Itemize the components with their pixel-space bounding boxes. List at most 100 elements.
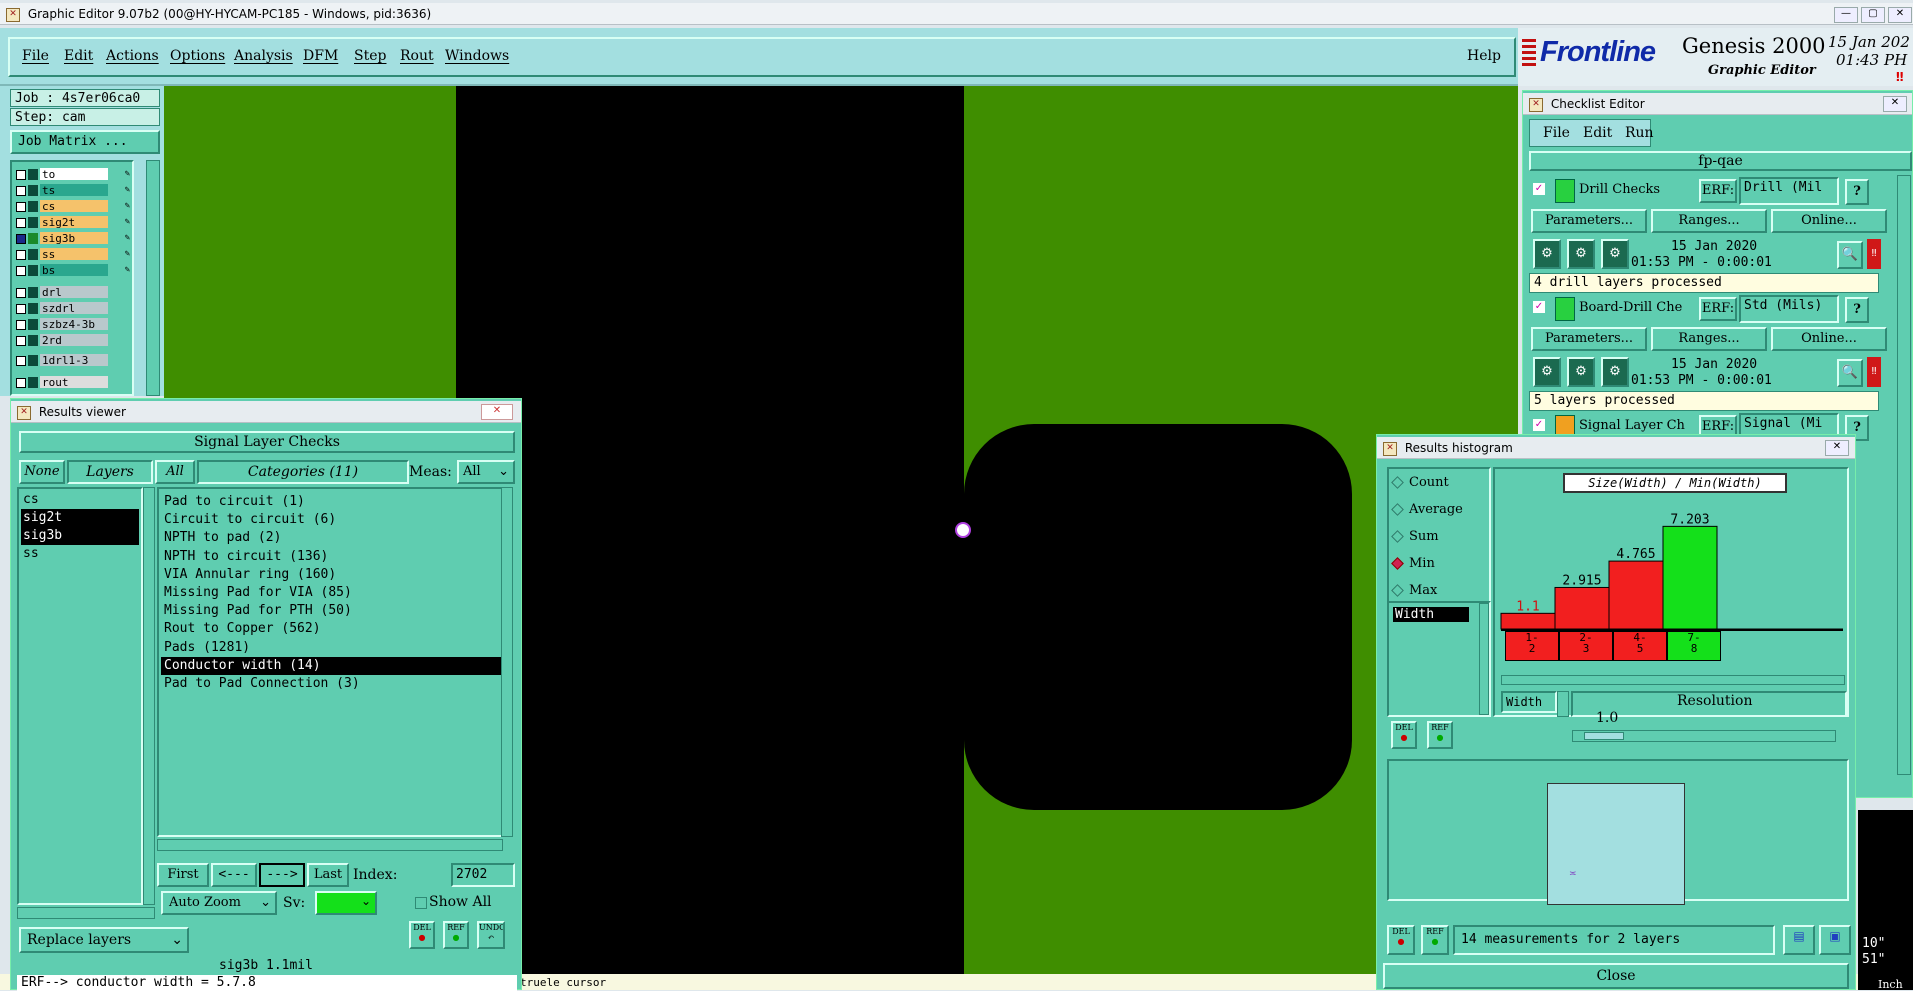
histogram-close-button[interactable]: Close xyxy=(1383,963,1849,989)
result-layer-item[interactable]: cs xyxy=(21,491,139,509)
width-field[interactable]: Width xyxy=(1501,691,1557,713)
layer-row[interactable]: 2rd xyxy=(12,334,132,347)
mode-count[interactable]: Count xyxy=(1391,475,1449,490)
ranges-button[interactable]: Ranges... xyxy=(1651,327,1767,351)
help-menu[interactable]: Help xyxy=(1467,48,1501,64)
minimize-button[interactable]: — xyxy=(1834,7,1858,23)
menu-step[interactable]: Step xyxy=(354,48,386,64)
category-tick-label[interactable]: 4- 5 xyxy=(1613,631,1667,661)
hist-del-button[interactable]: DEL ● xyxy=(1391,721,1417,749)
category-item[interactable]: Missing Pad for PTH (50) xyxy=(161,602,503,620)
category-item[interactable]: Conductor width (14) xyxy=(161,656,503,675)
sv-color-dropdown[interactable]: ⌄ xyxy=(315,891,377,915)
del-button[interactable]: DEL ● xyxy=(409,921,435,949)
histogram-bar[interactable] xyxy=(1662,525,1718,630)
online-button[interactable]: Online... xyxy=(1771,209,1887,233)
erf-button[interactable]: ERF: xyxy=(1699,297,1737,321)
layer-checkbox[interactable] xyxy=(16,378,26,388)
check-help-button[interactable]: ? xyxy=(1845,179,1869,205)
checklist-menu-run[interactable]: Run xyxy=(1625,125,1654,141)
checklist-menu-edit[interactable]: Edit xyxy=(1583,125,1612,141)
erf-button[interactable]: ERF: xyxy=(1699,179,1737,203)
result-layer-item[interactable]: sig2t xyxy=(21,509,139,527)
layer-list-scrollbar[interactable] xyxy=(146,160,160,396)
chart-hscroll[interactable] xyxy=(1501,675,1845,685)
layer-row[interactable]: rout xyxy=(12,376,132,389)
mode-max[interactable]: Max xyxy=(1391,583,1437,598)
check-enabled-icon[interactable]: ✓ xyxy=(1533,419,1545,431)
layers-none-button[interactable]: None xyxy=(19,460,65,484)
undo-button[interactable]: UNDO ↶ xyxy=(477,921,505,949)
hist-bottom-del-button[interactable]: DEL ● xyxy=(1387,925,1415,955)
maximize-button[interactable]: ▢ xyxy=(1861,7,1885,23)
layer-checkbox[interactable] xyxy=(16,250,26,260)
menu-rout[interactable]: Rout xyxy=(400,48,434,64)
checklist-menu-file[interactable]: File xyxy=(1543,125,1570,141)
layer-name[interactable]: sig3b xyxy=(40,232,108,245)
last-button[interactable]: Last xyxy=(307,863,349,887)
layer-checkbox[interactable] xyxy=(16,336,26,346)
categories-label[interactable]: Categories (11) xyxy=(197,460,409,484)
field-list-item[interactable]: Width xyxy=(1393,607,1469,622)
next-button[interactable]: ---> xyxy=(259,863,305,887)
history-icon[interactable]: ⚙ xyxy=(1601,239,1629,269)
job-matrix-button[interactable]: Job Matrix ... xyxy=(10,130,160,154)
category-item[interactable]: Missing Pad for VIA (85) xyxy=(161,584,503,602)
layer-checkbox[interactable] xyxy=(16,186,26,196)
check-name[interactable]: Signal Layer Ch xyxy=(1579,418,1699,433)
checklist-close-button[interactable]: ✕ xyxy=(1883,96,1907,112)
resolution-slider-thumb[interactable] xyxy=(1584,732,1624,740)
category-item[interactable]: Circuit to circuit (6) xyxy=(161,511,503,529)
results-viewer-close-button[interactable]: ✕ xyxy=(481,404,513,420)
width-scroll[interactable] xyxy=(1557,691,1569,717)
layer-list-vscroll[interactable] xyxy=(143,487,155,905)
layer-checkbox[interactable] xyxy=(16,170,26,180)
check-enabled-icon[interactable]: ✓ xyxy=(1533,301,1545,313)
layer-row[interactable]: szdrl xyxy=(12,302,132,315)
layer-name[interactable]: 1drl1-3 xyxy=(40,354,108,367)
menu-edit[interactable]: Edit xyxy=(64,48,93,64)
online-button[interactable]: Online... xyxy=(1771,327,1887,351)
meas-dropdown[interactable]: All ⌄ xyxy=(457,460,515,484)
layer-row[interactable]: bs ✎ xyxy=(12,264,132,277)
close-window-button[interactable]: ✕ xyxy=(1888,7,1912,23)
layer-name[interactable]: szbz4-3b xyxy=(40,318,108,331)
layer-checkbox[interactable] xyxy=(16,234,26,244)
category-vscroll[interactable] xyxy=(501,487,513,837)
histogram-close-x-button[interactable]: ✕ xyxy=(1825,440,1849,456)
layer-checkbox[interactable] xyxy=(16,202,26,212)
zoom-icon[interactable]: 🔍 xyxy=(1837,359,1863,387)
run-icon[interactable]: ⚙ xyxy=(1533,357,1561,387)
check-name[interactable]: Drill Checks xyxy=(1579,182,1699,197)
ranges-button[interactable]: Ranges... xyxy=(1651,209,1767,233)
mode-average[interactable]: Average xyxy=(1391,502,1463,517)
step-icon[interactable]: ⚙ xyxy=(1567,357,1595,387)
zoom-icon[interactable]: 🔍 xyxy=(1837,241,1863,269)
category-tick-label[interactable]: 1- 2 xyxy=(1505,631,1559,661)
layer-list-hscroll[interactable] xyxy=(17,907,155,919)
category-item[interactable]: NPTH to pad (2) xyxy=(161,529,503,547)
layer-name[interactable]: 2rd xyxy=(40,334,108,347)
category-item[interactable]: Pads (1281) xyxy=(161,639,503,657)
layers-all-button[interactable]: All xyxy=(155,460,195,484)
layers-label-button[interactable]: Layers xyxy=(67,460,153,484)
category-tick-label[interactable]: 2- 3 xyxy=(1559,631,1613,661)
layer-name[interactable]: ts xyxy=(40,184,108,197)
layer-row[interactable]: sig2t ✎ xyxy=(12,216,132,229)
check-enabled-icon[interactable]: ✓ xyxy=(1533,183,1545,195)
layer-name[interactable]: rout xyxy=(40,376,108,389)
ref-button[interactable]: REF ● xyxy=(443,921,469,949)
zoom-dropdown[interactable]: Auto Zoom ⌄ xyxy=(161,891,277,915)
layer-row[interactable]: to ✎ xyxy=(12,168,132,181)
erf-value-field[interactable]: Std (Mils) xyxy=(1739,295,1839,323)
layer-name[interactable]: bs xyxy=(40,264,108,277)
category-item[interactable]: NPTH to circuit (136) xyxy=(161,548,503,566)
field-list-scrollbar[interactable] xyxy=(1479,603,1489,715)
layer-checkbox[interactable] xyxy=(16,304,26,314)
layer-row[interactable]: szbz4-3b xyxy=(12,318,132,331)
check-help-button[interactable]: ? xyxy=(1845,297,1869,323)
menu-analysis[interactable]: Analysis xyxy=(234,48,293,64)
history-icon[interactable]: ⚙ xyxy=(1601,357,1629,387)
category-item[interactable]: Pad to Pad Connection (3) xyxy=(161,675,503,693)
category-hscroll[interactable] xyxy=(157,839,503,851)
